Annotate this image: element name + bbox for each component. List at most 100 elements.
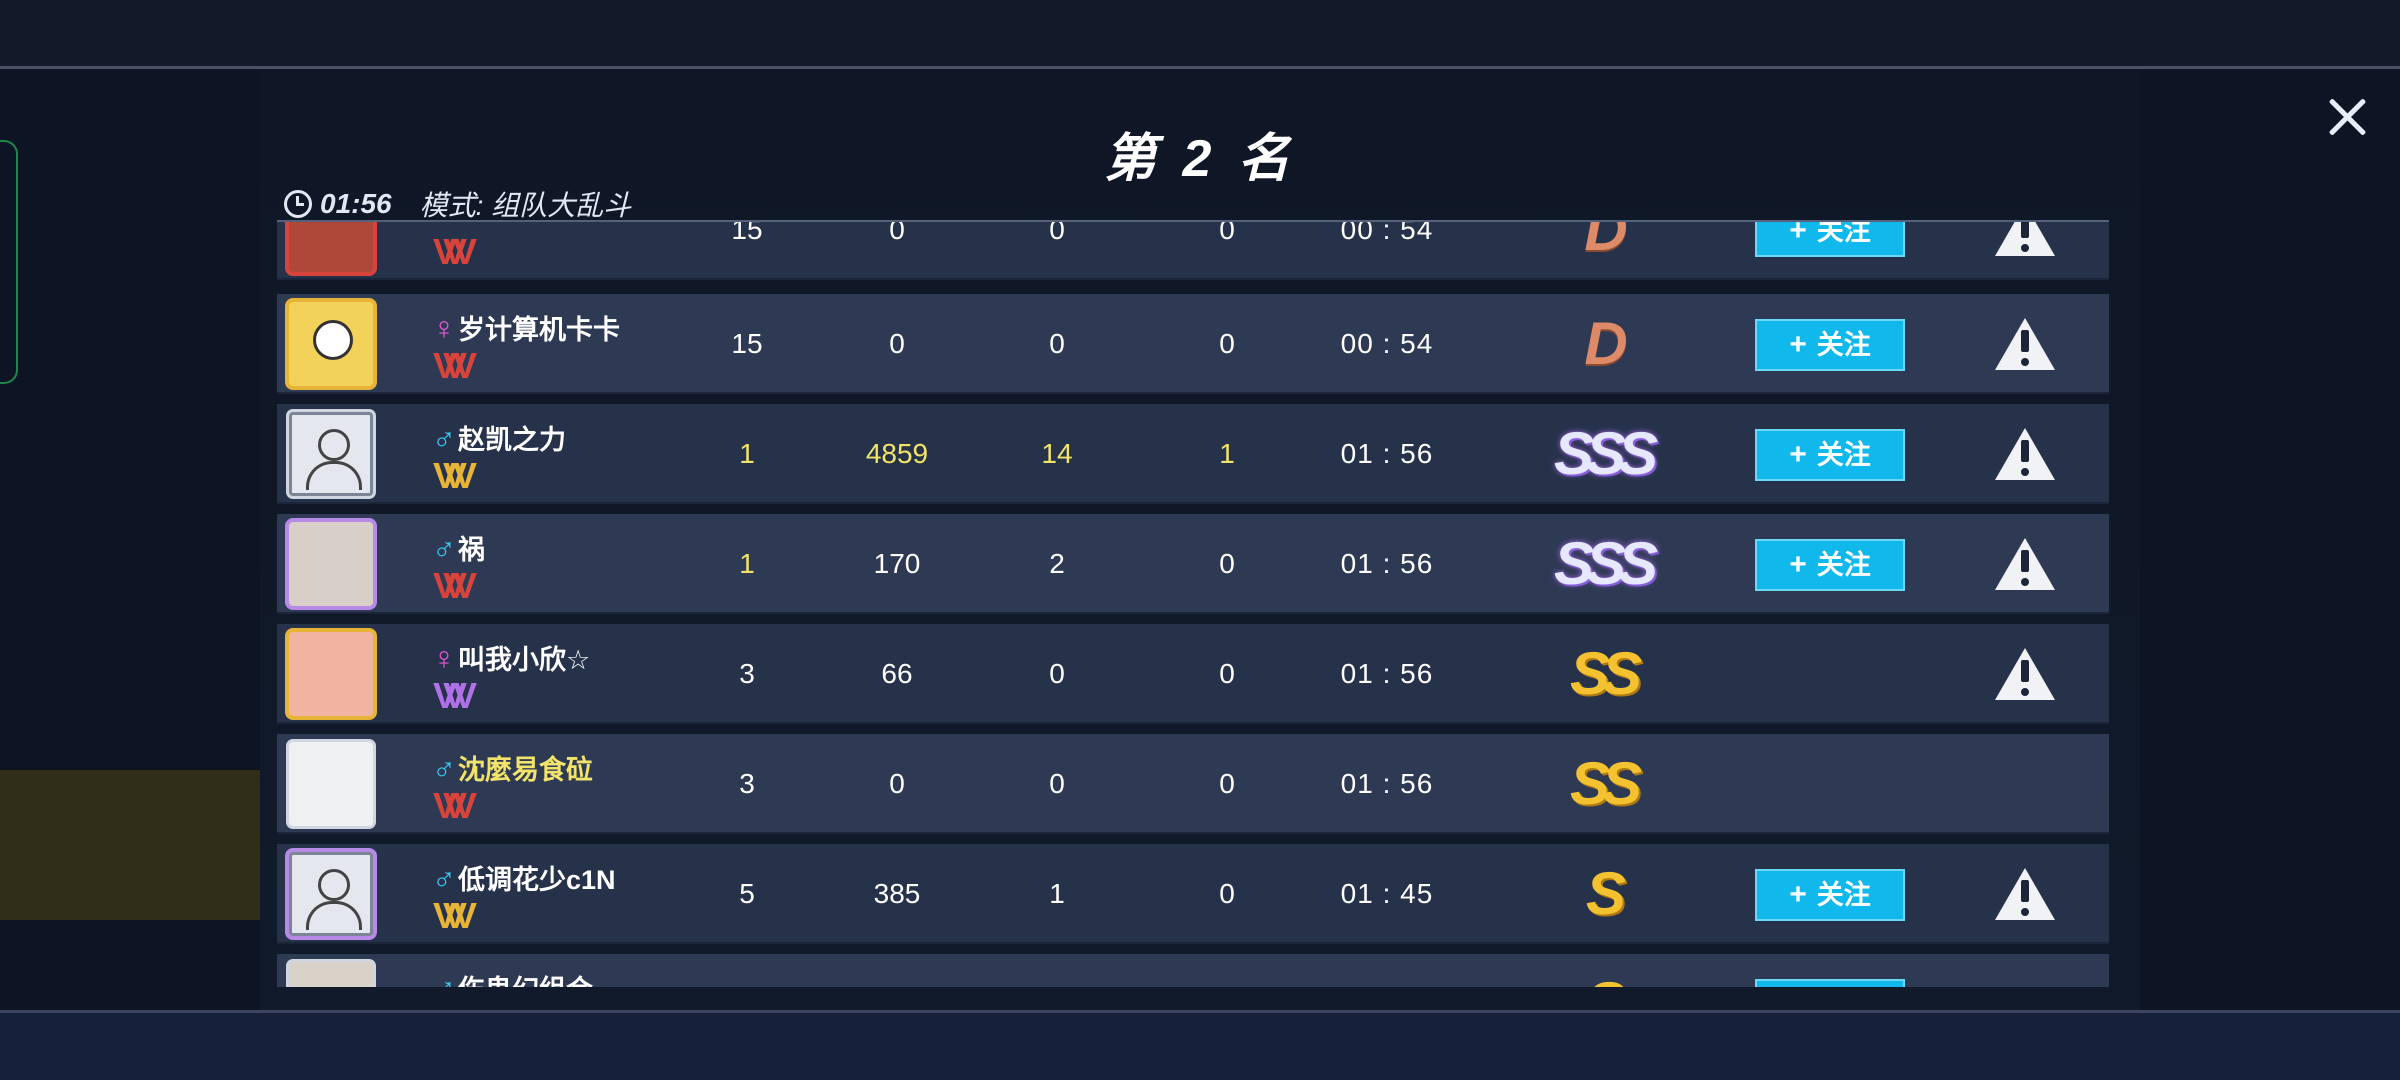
male-icon: ♂ xyxy=(432,860,456,896)
background-highlight xyxy=(0,770,270,920)
player-name: ♂ xyxy=(432,222,458,231)
grade-badge: D xyxy=(1584,220,1627,263)
stat-place: 3 xyxy=(739,768,755,799)
stat-time: 01 : 56 xyxy=(1340,768,1434,799)
player-name: ♂沈麼易食砬 xyxy=(432,750,593,786)
report-warning-icon[interactable] xyxy=(1995,318,2055,370)
player-row: ♀岁计算机卡卡 VVV 15 0 0 0 00 : 54 D + 关注 xyxy=(277,294,2109,394)
stat-assists: 0 xyxy=(1219,878,1235,909)
player-row: ♂祸 VVV 1 170 2 0 01 : 56 SSS + 关注 xyxy=(277,514,2109,614)
stat-place: 1 xyxy=(739,548,755,579)
avatar-default[interactable] xyxy=(289,852,373,936)
stat-kills: 2 xyxy=(1049,548,1065,579)
male-icon: ♂ xyxy=(432,420,456,456)
stat-place: 5 xyxy=(739,878,755,909)
stat-place: 15 xyxy=(731,328,763,359)
report-warning-icon[interactable] xyxy=(1995,648,2055,700)
stat-place: 15 xyxy=(731,220,763,245)
stat-kills: 0 xyxy=(1049,658,1065,689)
male-icon: ♂ xyxy=(432,222,456,230)
player-row: ♂伤鬼幻组合 S +关注 xyxy=(277,954,2109,987)
female-icon: ♀ xyxy=(432,640,456,676)
stat-time: 01 : 56 xyxy=(1340,548,1434,579)
match-info: 01:56 模式: 组队大乱斗 xyxy=(284,184,631,224)
report-warning-icon[interactable] xyxy=(1995,538,2055,590)
stat-assists: 0 xyxy=(1219,658,1235,689)
player-name: ♂祸 xyxy=(432,530,485,566)
follow-button[interactable]: +关注 xyxy=(1755,539,1905,591)
report-warning-icon[interactable] xyxy=(1995,868,2055,920)
rank-badge-icon: VVV xyxy=(433,455,477,496)
stat-assists: 0 xyxy=(1219,548,1235,579)
follow-button[interactable]: +关注 xyxy=(1755,979,1905,987)
stat-score: 0 xyxy=(889,768,905,799)
avatar[interactable] xyxy=(289,222,373,272)
stat-score: 385 xyxy=(873,878,921,909)
grade-badge: S xyxy=(1502,954,1702,987)
stat-place: 1 xyxy=(739,438,755,469)
grade-badge: SSS xyxy=(1553,530,1658,597)
rank-badge-icon: VVV xyxy=(433,895,477,936)
background-top-bar xyxy=(0,0,2400,66)
stat-time: 01 : 56 xyxy=(1340,438,1434,469)
male-icon: ♂ xyxy=(432,530,456,566)
player-name: ♂低调花少c1N xyxy=(432,860,616,896)
rank-badge-icon: VVV xyxy=(433,231,477,272)
stat-kills: 0 xyxy=(1049,768,1065,799)
background-bottom-bar xyxy=(0,1010,2400,1080)
rank-badge-icon: VVV xyxy=(433,345,477,386)
player-row: ♀叫我小欣☆ VVV 3 66 0 0 01 : 56 SS xyxy=(277,624,2109,724)
rank-badge-icon: VVV xyxy=(433,565,477,606)
player-list[interactable]: ♂ VVV 15 0 0 0 00 : 54 D +关注 ♀岁计算机卡卡 VVV… xyxy=(277,220,2109,987)
avatar[interactable] xyxy=(289,962,373,987)
grade-badge: SS xyxy=(1569,640,1642,707)
grade-badge: SS xyxy=(1569,750,1642,817)
stat-score: 0 xyxy=(889,220,905,245)
stat-time: 01 : 45 xyxy=(1340,878,1434,909)
background-bottom-divider xyxy=(0,1010,2400,1013)
avatar[interactable] xyxy=(289,632,373,716)
stat-assists: 1 xyxy=(1219,438,1235,469)
page-title: 第 2 名 xyxy=(1104,130,1296,188)
grade-badge: S xyxy=(1585,860,1626,927)
match-time: 01:56 xyxy=(320,188,392,219)
stat-assists: 0 xyxy=(1219,768,1235,799)
stat-score: 170 xyxy=(873,548,921,579)
stat-assists: 0 xyxy=(1219,328,1235,359)
male-icon: ♂ xyxy=(432,750,456,786)
avatar[interactable] xyxy=(289,522,373,606)
avatar[interactable] xyxy=(289,302,373,386)
player-row: ♂沈麼易食砬 VVV 3 0 0 0 01 : 56 SS xyxy=(277,734,2109,834)
stat-kills: 1 xyxy=(1049,878,1065,909)
follow-button[interactable]: +关注 xyxy=(1755,222,1905,257)
report-warning-icon[interactable] xyxy=(1995,222,2055,256)
follow-button[interactable]: +关注 xyxy=(1755,319,1905,371)
background-divider xyxy=(0,66,2400,69)
player-row: ♂ VVV 15 0 0 0 00 : 54 D +关注 xyxy=(277,220,2109,280)
stat-time: 01 : 56 xyxy=(1340,658,1434,689)
stat-time: 00 : 54 xyxy=(1340,328,1434,359)
follow-button[interactable]: +关注 xyxy=(1755,429,1905,481)
female-icon: ♀ xyxy=(432,310,456,346)
stat-kills: 14 xyxy=(1041,438,1073,469)
grade-badge: D xyxy=(1584,310,1627,377)
player-name: ♂伤鬼幻组合 xyxy=(432,968,593,987)
avatar-default[interactable] xyxy=(289,412,373,496)
stat-time: 00 : 54 xyxy=(1340,220,1434,245)
rank-badge-icon: VVV xyxy=(433,785,477,826)
follow-button[interactable]: +关注 xyxy=(1755,869,1905,921)
stat-score: 0 xyxy=(889,328,905,359)
stat-kills: 0 xyxy=(1049,220,1065,245)
stat-kills: 0 xyxy=(1049,328,1065,359)
player-name: ♀岁计算机卡卡 xyxy=(432,310,620,346)
stat-score: 4859 xyxy=(865,438,929,469)
player-row: ♂低调花少c1N VVV 5 385 1 0 01 : 45 S + 关注 xyxy=(277,844,2109,944)
avatar[interactable] xyxy=(289,742,373,826)
match-mode: 模式: 组队大乱斗 xyxy=(419,190,632,221)
stat-assists: 0 xyxy=(1219,220,1235,245)
stat-score: 66 xyxy=(881,658,913,689)
report-warning-icon[interactable] xyxy=(1995,428,2055,480)
stat-place: 3 xyxy=(739,658,755,689)
player-name: ♀叫我小欣☆ xyxy=(432,640,591,676)
rank-badge-icon: VVV xyxy=(433,675,477,716)
